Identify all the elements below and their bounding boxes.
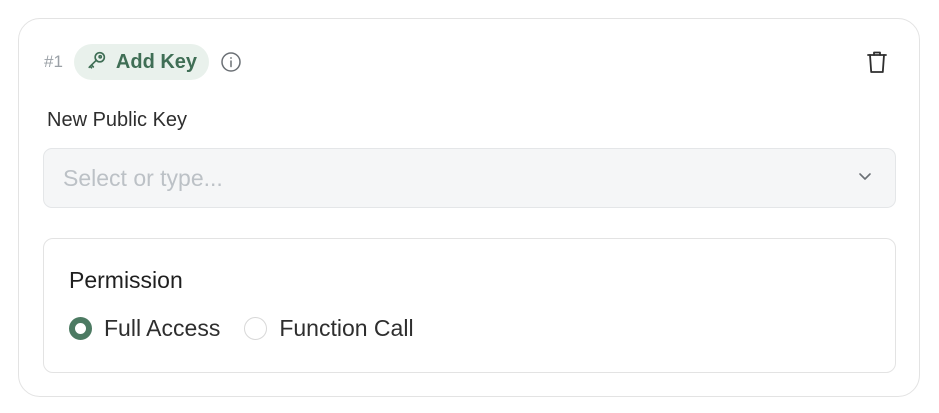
public-key-input[interactable] xyxy=(63,164,855,192)
permission-title: Permission xyxy=(69,267,183,293)
function-call-radio[interactable] xyxy=(244,317,268,340)
permission-radio-group: Full Access Function Call xyxy=(69,315,438,342)
key-icon xyxy=(86,49,116,76)
action-type-label: Add Key xyxy=(115,50,198,73)
radio-option-function-call[interactable]: Function Call xyxy=(244,315,414,342)
action-card: #1 Add Key New Public Key Select or type… xyxy=(18,18,920,397)
function-call-label: Function Call xyxy=(279,315,414,341)
public-key-select[interactable] xyxy=(43,148,896,208)
permission-panel: Permission Full Access Function Call xyxy=(43,238,896,373)
action-index: #1 xyxy=(44,52,63,71)
full-access-radio[interactable] xyxy=(69,317,92,340)
info-icon[interactable] xyxy=(220,51,242,73)
add-key-chip[interactable]: Add Key xyxy=(73,44,210,80)
public-key-label: New Public Key xyxy=(47,109,188,131)
trash-icon xyxy=(867,51,887,73)
full-access-label: Full Access xyxy=(104,315,221,341)
delete-action-button[interactable] xyxy=(865,49,889,75)
action-header: #1 Add Key xyxy=(44,44,242,80)
chevron-down-icon[interactable] xyxy=(855,166,875,191)
radio-option-full-access[interactable]: Full Access xyxy=(69,315,220,342)
